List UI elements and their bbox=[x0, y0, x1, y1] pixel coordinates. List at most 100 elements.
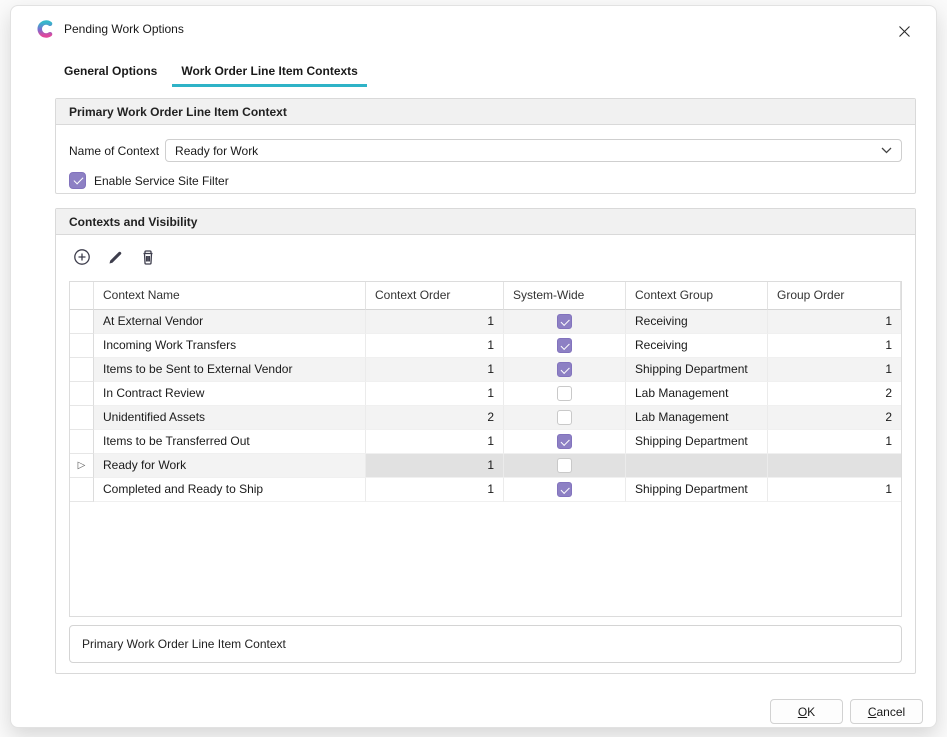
name-of-context-label: Name of Context bbox=[69, 144, 159, 158]
cell-group-order[interactable]: 1 bbox=[768, 334, 901, 358]
cell-context-group[interactable]: Lab Management bbox=[626, 382, 768, 406]
grid-toolbar bbox=[72, 247, 158, 267]
system-wide-checkbox[interactable] bbox=[557, 386, 572, 401]
table-row[interactable]: Items to be Transferred Out1Shipping Dep… bbox=[70, 430, 901, 454]
cell-system-wide bbox=[504, 358, 626, 382]
cell-system-wide bbox=[504, 478, 626, 502]
cell-context-name[interactable]: Items to be Transferred Out bbox=[94, 430, 366, 454]
cancel-button-label: Cancel bbox=[868, 705, 905, 719]
cell-context-order[interactable]: 1 bbox=[366, 430, 504, 454]
close-icon bbox=[899, 26, 909, 36]
grid-footer-text: Primary Work Order Line Item Context bbox=[82, 637, 286, 651]
column-header-system-wide[interactable]: System-Wide bbox=[504, 282, 626, 310]
table-row[interactable]: Incoming Work Transfers1Receiving1 bbox=[70, 334, 901, 358]
cell-context-group[interactable]: Receiving bbox=[626, 334, 768, 358]
cell-context-order[interactable]: 1 bbox=[366, 358, 504, 382]
cell-context-group[interactable]: Lab Management bbox=[626, 406, 768, 430]
system-wide-checkbox[interactable] bbox=[557, 314, 572, 329]
cell-system-wide bbox=[504, 454, 626, 478]
cell-group-order[interactable]: 2 bbox=[768, 382, 901, 406]
column-header-group-order[interactable]: Group Order bbox=[768, 282, 901, 310]
trash-icon bbox=[140, 249, 156, 266]
row-indicator-cell[interactable] bbox=[70, 478, 94, 502]
cell-context-order[interactable]: 2 bbox=[366, 406, 504, 430]
cell-system-wide bbox=[504, 382, 626, 406]
cell-group-order[interactable]: 1 bbox=[768, 310, 901, 334]
cell-group-order[interactable]: 1 bbox=[768, 358, 901, 382]
selected-row-arrow-icon[interactable]: ▷ bbox=[70, 454, 94, 478]
cell-context-name[interactable]: Completed and Ready to Ship bbox=[94, 478, 366, 502]
system-wide-checkbox[interactable] bbox=[557, 410, 572, 425]
enable-service-site-filter-label: Enable Service Site Filter bbox=[94, 174, 229, 188]
cell-group-order[interactable] bbox=[768, 454, 901, 478]
plus-circle-icon bbox=[73, 248, 91, 266]
system-wide-checkbox[interactable] bbox=[557, 362, 572, 377]
cell-system-wide bbox=[504, 430, 626, 454]
cell-context-name[interactable]: Items to be Sent to External Vendor bbox=[94, 358, 366, 382]
cell-context-order[interactable]: 1 bbox=[366, 454, 504, 478]
row-indicator-cell[interactable] bbox=[70, 310, 94, 334]
cell-context-name[interactable]: At External Vendor bbox=[94, 310, 366, 334]
cell-context-group[interactable]: Shipping Department bbox=[626, 430, 768, 454]
table-row[interactable]: Unidentified Assets2Lab Management2 bbox=[70, 406, 901, 430]
edit-button[interactable] bbox=[105, 247, 125, 267]
add-button[interactable] bbox=[72, 247, 92, 267]
cell-context-order[interactable]: 1 bbox=[366, 310, 504, 334]
cell-system-wide bbox=[504, 310, 626, 334]
grid-header: Context NameContext OrderSystem-WideCont… bbox=[70, 282, 901, 310]
chevron-down-icon bbox=[881, 147, 892, 154]
primary-groupbox-title: Primary Work Order Line Item Context bbox=[56, 99, 915, 125]
ok-button[interactable]: OK bbox=[770, 699, 843, 724]
primary-context-groupbox: Primary Work Order Line Item Context Nam… bbox=[55, 98, 916, 194]
system-wide-checkbox[interactable] bbox=[557, 482, 572, 497]
enable-service-site-filter-checkbox[interactable] bbox=[69, 172, 86, 189]
row-indicator-cell[interactable] bbox=[70, 334, 94, 358]
column-header-context-order[interactable]: Context Order bbox=[366, 282, 504, 310]
system-wide-checkbox[interactable] bbox=[557, 338, 572, 353]
delete-button[interactable] bbox=[138, 247, 158, 267]
cell-context-name[interactable]: In Contract Review bbox=[94, 382, 366, 406]
tab-bar: General OptionsWork Order Line Item Cont… bbox=[55, 62, 367, 87]
cell-system-wide bbox=[504, 334, 626, 358]
close-button[interactable] bbox=[894, 21, 914, 41]
row-indicator-cell[interactable] bbox=[70, 430, 94, 454]
cell-context-order[interactable]: 1 bbox=[366, 382, 504, 406]
cell-context-group[interactable]: Shipping Department bbox=[626, 478, 768, 502]
title-bar: Pending Work Options bbox=[37, 20, 184, 38]
cell-group-order[interactable]: 1 bbox=[768, 478, 901, 502]
cancel-button[interactable]: Cancel bbox=[850, 699, 923, 724]
cell-context-group[interactable]: Receiving bbox=[626, 310, 768, 334]
row-indicator-cell[interactable] bbox=[70, 382, 94, 406]
pencil-icon bbox=[107, 249, 124, 266]
cell-group-order[interactable]: 1 bbox=[768, 430, 901, 454]
cell-context-name[interactable]: Incoming Work Transfers bbox=[94, 334, 366, 358]
table-row[interactable]: In Contract Review1 Lab Management2 bbox=[70, 382, 901, 406]
cell-context-order[interactable]: 1 bbox=[366, 334, 504, 358]
table-row[interactable]: At External Vendor1Receiving1 bbox=[70, 310, 901, 334]
row-indicator-cell[interactable] bbox=[70, 406, 94, 430]
table-row[interactable]: ▷Ready for Work1 bbox=[70, 454, 901, 478]
cell-context-group[interactable]: Shipping Department bbox=[626, 358, 768, 382]
grid-footer-box: Primary Work Order Line Item Context bbox=[69, 625, 902, 663]
table-row[interactable]: Completed and Ready to Ship1Shipping Dep… bbox=[70, 478, 901, 502]
cell-context-group[interactable] bbox=[626, 454, 768, 478]
cell-group-order[interactable]: 2 bbox=[768, 406, 901, 430]
table-row[interactable]: Items to be Sent to External Vendor1Ship… bbox=[70, 358, 901, 382]
cell-context-name[interactable]: Ready for Work bbox=[94, 454, 366, 478]
row-indicator-cell[interactable] bbox=[70, 358, 94, 382]
tab-general-options[interactable]: General Options bbox=[55, 62, 166, 87]
contexts-visibility-groupbox: Contexts and Visibility Co bbox=[55, 208, 916, 674]
cell-context-order[interactable]: 1 bbox=[366, 478, 504, 502]
name-of-context-value: Ready for Work bbox=[175, 144, 258, 158]
system-wide-checkbox[interactable] bbox=[557, 434, 572, 449]
column-header-context-group[interactable]: Context Group bbox=[626, 282, 768, 310]
cell-context-name[interactable]: Unidentified Assets bbox=[94, 406, 366, 430]
column-header-context-name[interactable]: Context Name bbox=[94, 282, 366, 310]
system-wide-checkbox[interactable] bbox=[557, 458, 572, 473]
ok-button-label: OK bbox=[798, 705, 815, 719]
name-of-context-combobox[interactable]: Ready for Work bbox=[165, 139, 902, 162]
cell-system-wide bbox=[504, 406, 626, 430]
pending-work-options-dialog: Pending Work Options General OptionsWork… bbox=[10, 5, 937, 728]
contexts-grid: Context NameContext OrderSystem-WideCont… bbox=[69, 281, 902, 617]
tab-work-order-line-item-contexts[interactable]: Work Order Line Item Contexts bbox=[172, 62, 366, 87]
